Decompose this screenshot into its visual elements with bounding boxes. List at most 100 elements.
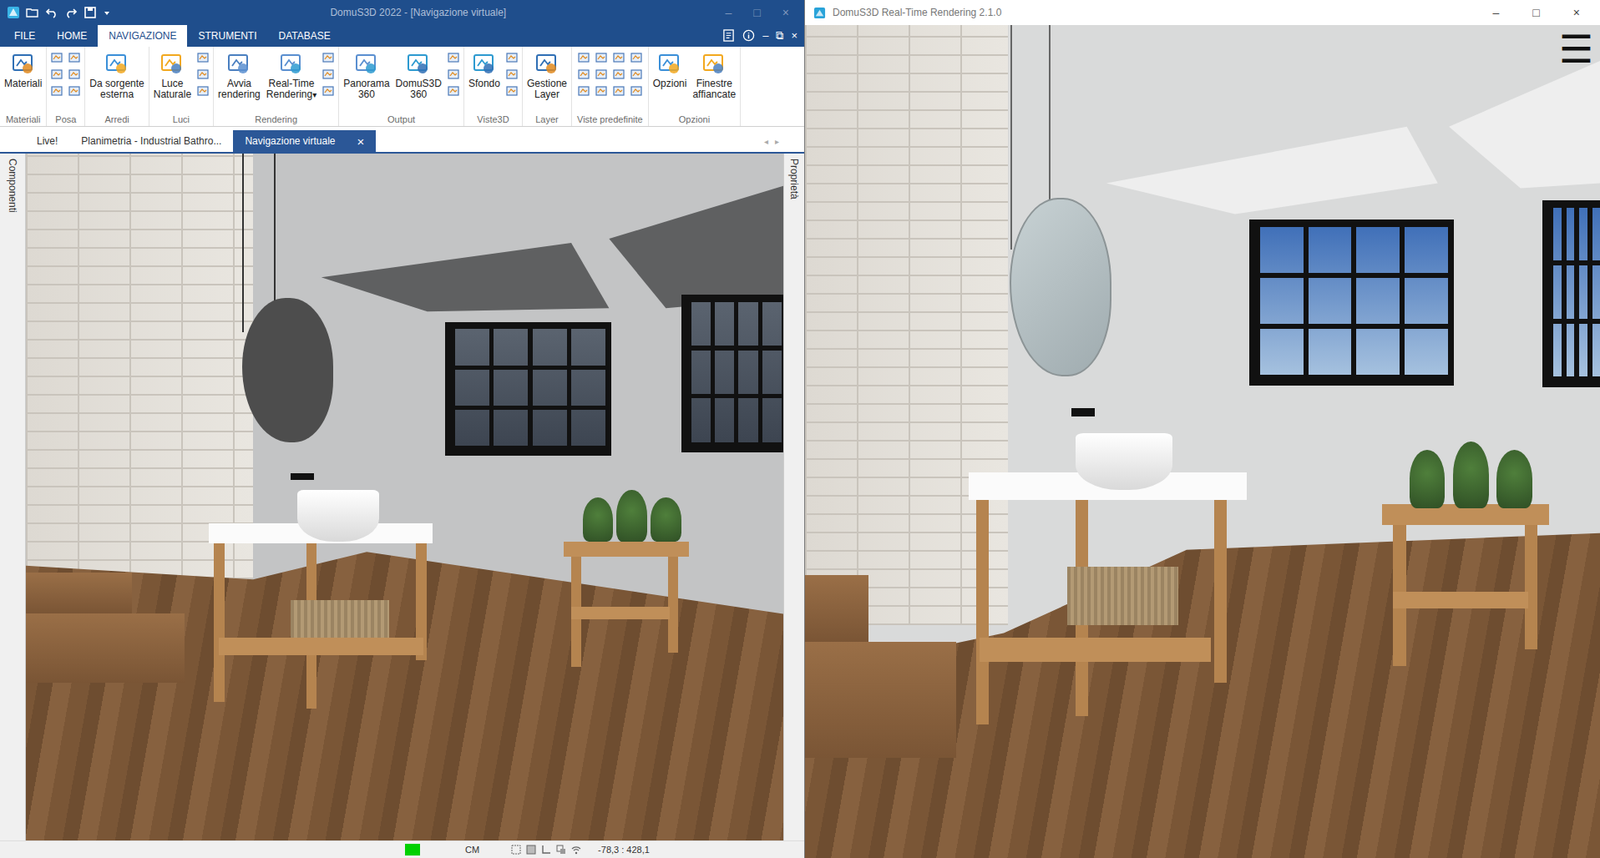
small-tool-icon[interactable] xyxy=(446,84,461,98)
ribbon-window-control[interactable]: × xyxy=(790,29,798,42)
small-tool-icon[interactable] xyxy=(612,67,626,82)
small-tool-icon[interactable] xyxy=(50,84,64,98)
small-tool-icon[interactable] xyxy=(321,67,335,82)
small-tool-icon[interactable] xyxy=(196,84,210,98)
help-document-icon[interactable] xyxy=(722,29,735,42)
window-control-button[interactable]: □ xyxy=(1532,5,1540,20)
ribbon-button-icon xyxy=(471,50,497,76)
properties-panel-tab[interactable]: Proprietà xyxy=(783,153,805,841)
open-folder-icon[interactable] xyxy=(25,5,40,20)
ribbon-window-control[interactable]: ⧉ xyxy=(775,29,784,43)
components-panel-tab[interactable]: Componenti xyxy=(0,153,26,841)
small-tool-icon[interactable] xyxy=(321,50,335,65)
ribbon-group-label: Opzioni xyxy=(650,114,740,125)
ribbon-tab[interactable]: NAVIGAZIONE xyxy=(97,25,188,47)
small-tool-icon[interactable] xyxy=(594,84,608,98)
ribbon-button[interactable]: Panorama360 xyxy=(340,49,392,102)
customize-caret-icon[interactable] xyxy=(102,8,112,17)
small-tool-icon[interactable] xyxy=(67,84,82,98)
faucet xyxy=(290,473,314,481)
snap-grid-icon[interactable] xyxy=(511,845,522,856)
small-tool-icon[interactable] xyxy=(577,67,591,82)
small-tool-icon[interactable] xyxy=(446,67,461,82)
ribbon-tab[interactable]: STRUMENTI xyxy=(187,25,268,47)
vanity-leg xyxy=(1214,500,1227,684)
undo-icon[interactable] xyxy=(45,5,59,20)
small-tool-icon[interactable] xyxy=(629,84,644,98)
small-tool-icon[interactable] xyxy=(196,67,210,82)
window-control-button[interactable]: × xyxy=(1573,5,1580,20)
ribbon-button[interactable]: GestioneLayer xyxy=(524,49,570,102)
ribbon-button[interactable]: LuceNaturale xyxy=(151,49,194,102)
ribbon-button[interactable]: Materiali xyxy=(1,49,45,92)
small-tool-icon[interactable] xyxy=(629,50,644,65)
window-control-button[interactable]: – xyxy=(1493,5,1500,20)
status-bar: CM-78,3 : 428,1 xyxy=(0,840,805,858)
small-tool-icon[interactable] xyxy=(577,50,591,65)
info-icon[interactable] xyxy=(742,29,755,42)
small-tool-icon[interactable] xyxy=(505,50,519,65)
small-tool-icon[interactable] xyxy=(594,67,608,82)
small-tool-icon[interactable] xyxy=(612,84,626,98)
window-control-button[interactable]: × xyxy=(782,5,790,20)
ribbon-tab[interactable]: DATABASE xyxy=(267,25,341,47)
ribbon-tab[interactable]: HOME xyxy=(45,25,98,47)
unit-label[interactable]: CM xyxy=(465,845,480,856)
small-tool-icon[interactable] xyxy=(321,84,335,98)
close-tab-button[interactable]: × xyxy=(357,134,365,149)
window xyxy=(445,322,613,456)
stool-shelf xyxy=(571,607,670,620)
ortho-icon[interactable] xyxy=(541,845,552,856)
small-tool-icon[interactable] xyxy=(594,50,608,65)
main-window: DomuS3D 2022 - [Navigazione virtuale]–□×… xyxy=(0,0,806,858)
small-tool-icon[interactable] xyxy=(50,50,64,65)
tab-scroll-button[interactable]: ▸ xyxy=(774,136,780,147)
window-control-button[interactable]: – xyxy=(725,5,733,20)
ribbon-button[interactable]: Avviarendering xyxy=(215,49,264,102)
small-tool-icon[interactable] xyxy=(446,50,461,65)
ribbon-button[interactable]: Da sorgenteesterna xyxy=(86,49,147,102)
small-tool-icon[interactable] xyxy=(50,67,64,82)
snap-object-icon[interactable] xyxy=(556,845,567,856)
tab-scroll-button[interactable]: ◂ xyxy=(764,136,769,147)
document-tabs: Live!Planimetria - Industrial Bathro...N… xyxy=(0,130,805,154)
ribbon-button[interactable]: Real-TimeRendering▾ xyxy=(263,49,319,102)
vanity-leg xyxy=(976,500,989,725)
ribbon-window-control[interactable]: – xyxy=(762,29,769,42)
title-bar: DomuS3D Real-Time Rendering 2.1.0–□× xyxy=(805,0,1600,26)
ribbon-button[interactable]: Finestreaffiancate xyxy=(689,49,739,102)
document-tab[interactable]: Navigazione virtuale× xyxy=(232,130,376,152)
small-tool-icon[interactable] xyxy=(67,50,82,65)
ribbon-group-body xyxy=(573,49,647,115)
ribbon-button[interactable]: Opzioni xyxy=(650,49,690,92)
small-tool-icon[interactable] xyxy=(67,67,82,82)
virtual-navigation-view[interactable] xyxy=(25,153,784,841)
connection-icon[interactable] xyxy=(571,845,582,856)
render-menu-button[interactable]: ☰ xyxy=(1559,30,1594,69)
small-button-column xyxy=(194,49,212,98)
small-tool-icon[interactable] xyxy=(505,84,519,98)
ribbon-button[interactable]: DomuS3D360 xyxy=(393,49,445,102)
small-tool-icon[interactable] xyxy=(629,67,644,82)
window-control-button[interactable]: □ xyxy=(753,5,760,20)
document-tab[interactable]: Planimetria - Industrial Bathro... xyxy=(69,130,233,152)
plant xyxy=(582,497,613,542)
real-time-render-view[interactable]: ☰ xyxy=(805,25,1600,858)
small-tool-icon[interactable] xyxy=(505,67,519,82)
window-pane xyxy=(1255,225,1449,381)
small-tool-icon[interactable] xyxy=(577,84,591,98)
small-tool-icon[interactable] xyxy=(196,50,210,65)
quick-access-toolbar xyxy=(6,5,112,20)
small-tool-icon[interactable] xyxy=(612,50,626,65)
app-logo-icon[interactable] xyxy=(6,5,21,20)
ribbon-group-label: Layer xyxy=(524,114,570,125)
ribbon-button-icon xyxy=(159,50,185,76)
save-icon[interactable] xyxy=(83,5,97,20)
document-tab[interactable]: Live! xyxy=(25,130,70,152)
ribbon-button[interactable]: Sfondo xyxy=(465,49,503,92)
ribbon-tab[interactable]: FILE xyxy=(3,25,46,47)
redo-icon[interactable] xyxy=(64,5,78,20)
grid-icon[interactable] xyxy=(526,845,537,856)
ribbon-group-label: Materiali xyxy=(1,114,45,125)
ribbon-button-label: DomuS3D360 xyxy=(395,78,442,101)
